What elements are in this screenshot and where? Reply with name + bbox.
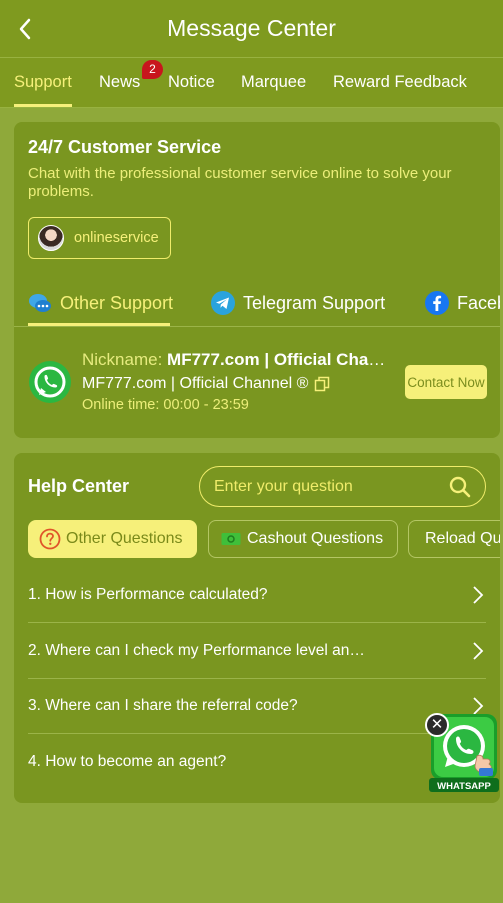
cash-icon [221, 533, 241, 545]
close-floating-button[interactable]: ✕ [425, 713, 449, 737]
customer-service-description: Chat with the professional customer serv… [28, 165, 452, 200]
chat-bubbles-icon [29, 294, 51, 312]
top-tabs: Support News Notice Marquee Reward Feedb… [0, 58, 503, 108]
search-input[interactable] [214, 477, 434, 496]
faq-question: 3. Where can I share the referral code? [28, 696, 298, 714]
chevron-right-icon [473, 642, 484, 660]
category-label: Reload Questions [425, 530, 500, 547]
category-reload-questions[interactable]: Reload Questions [408, 520, 500, 558]
faq-item[interactable]: 1. How is Performance calculated? [28, 567, 486, 623]
avatar [38, 225, 64, 251]
tab-notice[interactable]: Notice [168, 73, 215, 92]
category-label: Cashout Questions [247, 530, 384, 547]
contact-now-button[interactable]: Contact Now [405, 365, 487, 399]
chevron-left-icon [19, 18, 31, 40]
faq-item[interactable]: 3. Where can I share the referral code? [28, 678, 486, 734]
news-count-badge: 2 [142, 60, 163, 79]
search-icon[interactable] [449, 476, 471, 498]
question-search [199, 466, 486, 507]
nickname-key: Nickname: [82, 350, 168, 369]
telegram-icon [211, 291, 235, 315]
divider [14, 326, 500, 327]
support-tab-label: Telegram Support [243, 292, 386, 313]
tab-news[interactable]: News [99, 73, 140, 92]
online-time: Online time: 00:00 - 23:59 [82, 397, 249, 413]
tab-reward-feedback[interactable]: Reward Feedback [333, 73, 467, 92]
support-tab-telegram[interactable]: Telegram Support [211, 291, 385, 315]
tab-marquee[interactable]: Marquee [241, 73, 306, 92]
whatsapp-icon [29, 361, 71, 403]
category-other-questions[interactable]: Other Questions [28, 520, 197, 558]
channel-name: MF777.com | Official Channel ® [82, 375, 309, 392]
customer-service-card: 24/7 Customer Service Chat with the prof… [14, 122, 500, 438]
category-label: Other Questions [66, 530, 183, 547]
copy-icon[interactable] [314, 376, 330, 392]
category-cashout-questions[interactable]: Cashout Questions [208, 520, 398, 558]
support-tab-facebook[interactable]: Facebook [425, 291, 500, 315]
whatsapp-widget-label: WHATSAPP [437, 781, 491, 792]
page-title: Message Center [167, 15, 336, 41]
faq-item[interactable]: 4. How to become an agent? [28, 734, 486, 790]
customer-service-title: 24/7 Customer Service [28, 137, 222, 157]
question-circle-icon [39, 528, 61, 550]
header-bar: Message Center [0, 0, 503, 58]
facebook-icon [425, 291, 449, 315]
support-tab-other[interactable]: Other Support [28, 291, 173, 315]
faq-question: 1. How is Performance calculated? [28, 585, 268, 603]
channel-name-row: MF777.com | Official Channel ® [82, 375, 330, 393]
chevron-right-icon [473, 586, 484, 604]
online-service-button[interactable]: onlineservice [28, 217, 171, 259]
tab-support[interactable]: Support [14, 73, 72, 92]
support-tabs: Other Support Telegram Support Facebook [14, 285, 500, 327]
nickname-value: MF777.com | Official Channel ® [167, 350, 394, 369]
faq-question: 2. Where can I check my Performance leve… [28, 641, 365, 659]
support-tab-label: Other Support [60, 292, 174, 313]
active-tab-indicator [14, 104, 72, 107]
channel-nickname: Nickname: MF777.com | Official Channel ® [82, 350, 394, 370]
online-service-label: onlineservice [74, 230, 159, 246]
back-button[interactable] [14, 16, 36, 42]
faq-item[interactable]: 2. Where can I check my Performance leve… [28, 623, 486, 679]
support-tab-label: Facebook [457, 292, 500, 313]
faq-question: 4. How to become an agent? [28, 753, 227, 770]
help-center-title: Help Center [28, 476, 130, 496]
